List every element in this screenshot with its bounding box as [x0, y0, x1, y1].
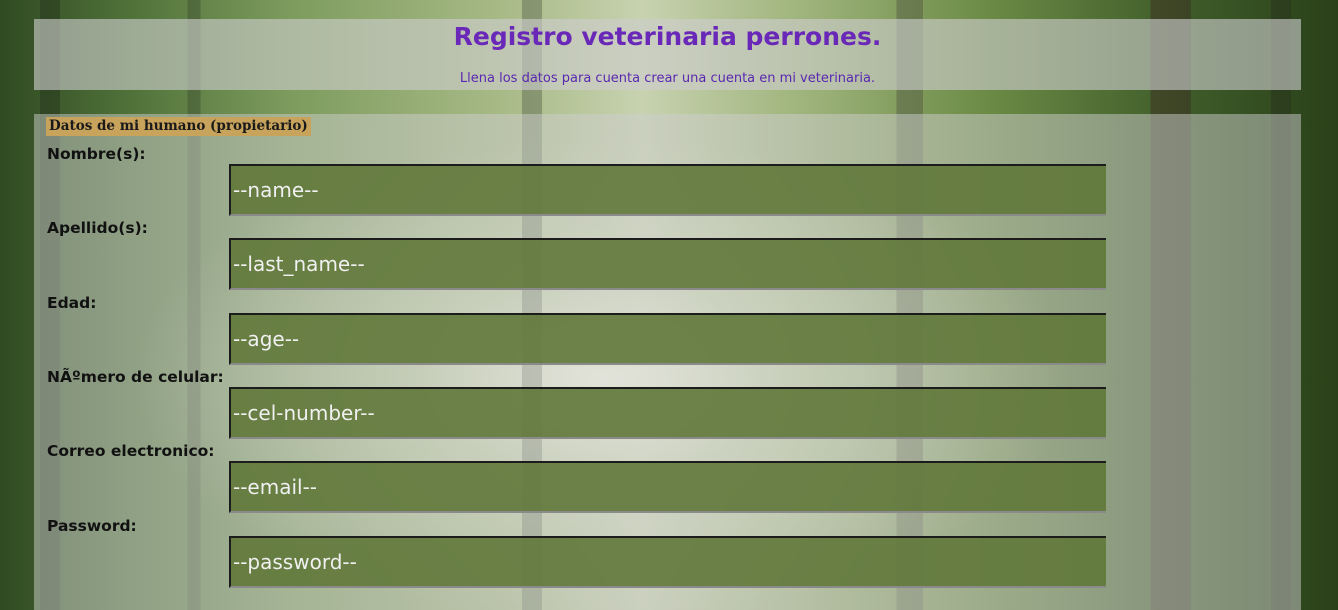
- cel-number-input[interactable]: [229, 387, 1106, 439]
- email-input[interactable]: [229, 461, 1106, 513]
- fieldset-legend: Datos de mi humano (propietario): [46, 117, 311, 136]
- page-subtitle: Llena los datos para cuenta crear una cu…: [459, 71, 876, 86]
- age-label: Edad:: [47, 294, 97, 312]
- name-input[interactable]: [229, 164, 1106, 216]
- name-label: Nombre(s):: [47, 145, 146, 163]
- last-name-input[interactable]: [229, 238, 1106, 290]
- age-input[interactable]: [229, 313, 1106, 365]
- last-name-label: Apellido(s):: [47, 219, 148, 237]
- page-title: Registro veterinaria perrones.: [453, 22, 882, 51]
- email-label: Correo electronico:: [47, 442, 215, 460]
- password-label: Password:: [47, 517, 137, 535]
- owner-form-fieldset: Datos de mi humano (propietario) Nombre(…: [34, 114, 1301, 610]
- password-input[interactable]: [229, 536, 1106, 588]
- cel-number-label: NÃºmero de celular:: [47, 368, 224, 386]
- page-header: Registro veterinaria perrones. Llena los…: [34, 19, 1301, 90]
